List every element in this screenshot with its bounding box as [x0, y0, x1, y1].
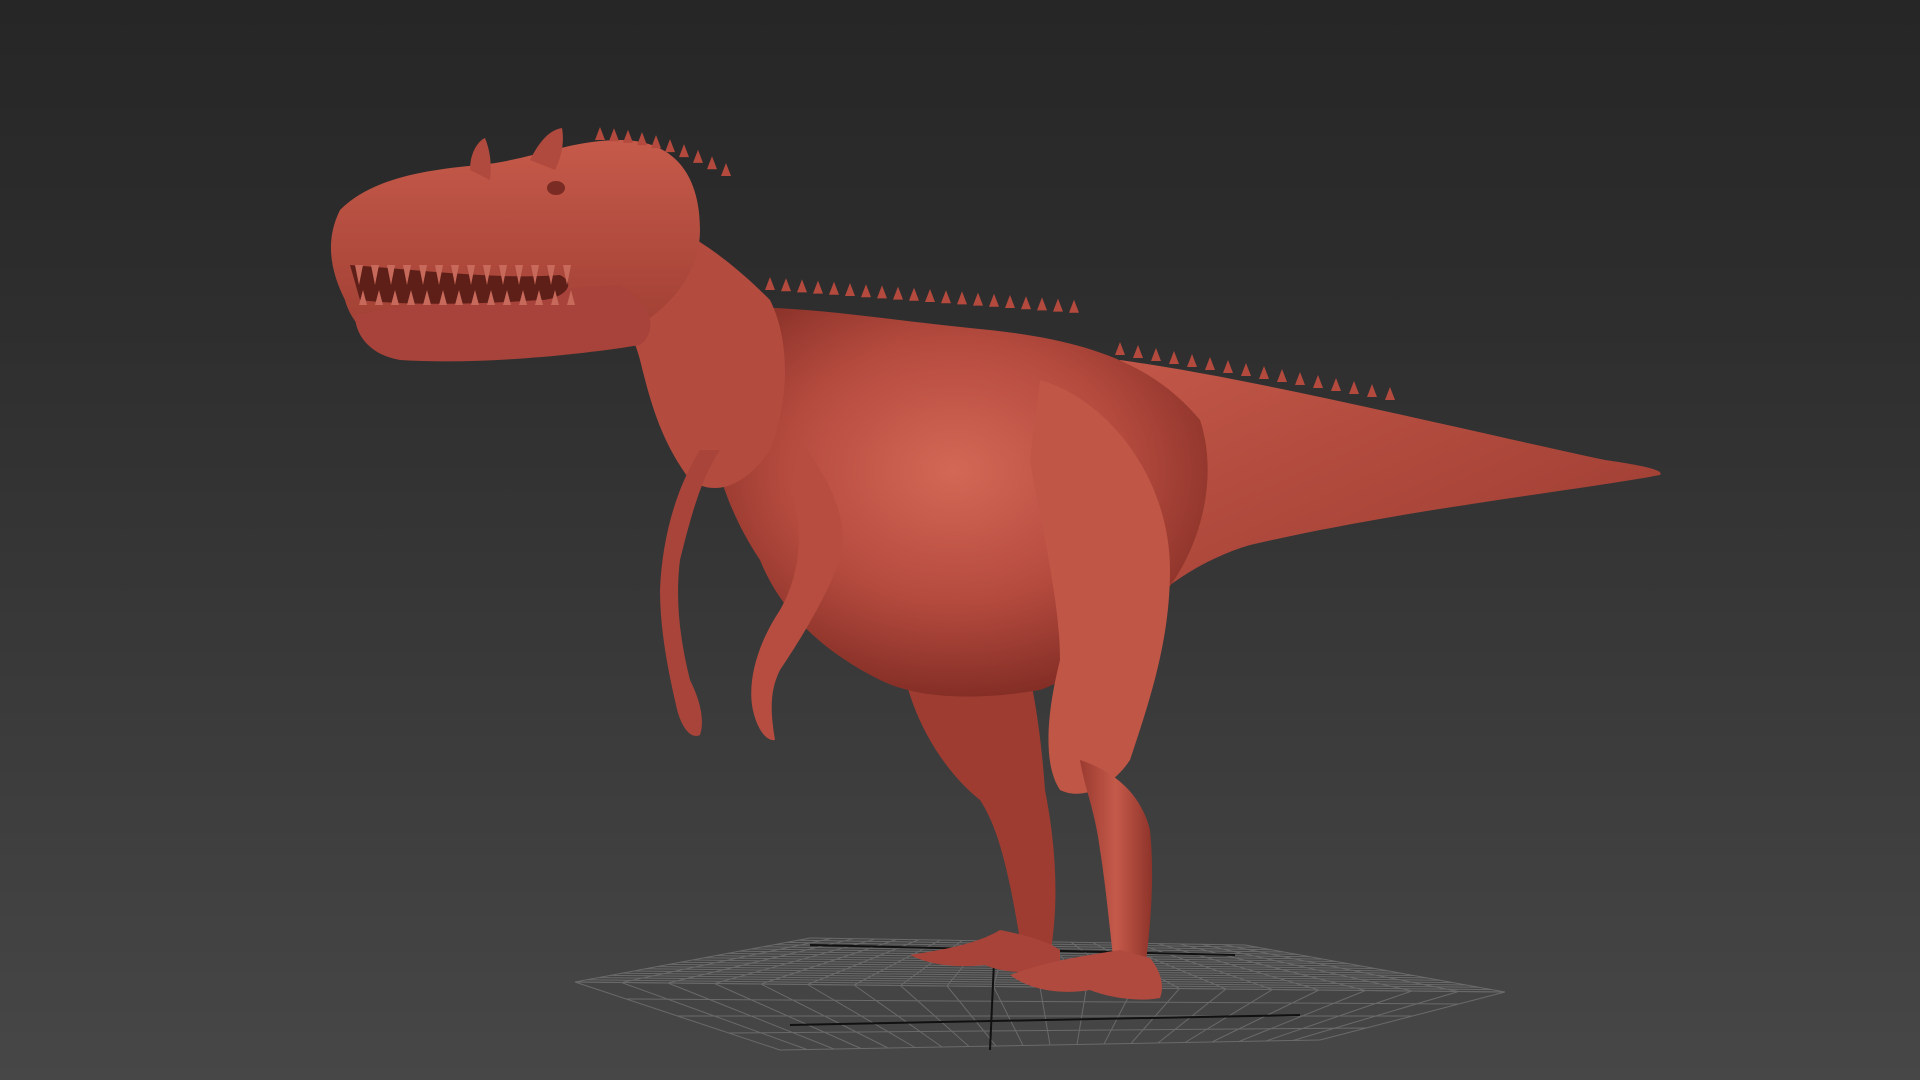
spike — [679, 144, 689, 158]
spike — [989, 293, 999, 307]
arm-back — [660, 450, 720, 736]
spike — [781, 278, 791, 292]
grid-line — [779, 1039, 1321, 1051]
spike — [1385, 387, 1395, 400]
spike — [693, 149, 703, 163]
spike — [623, 129, 633, 143]
spike — [707, 156, 717, 170]
spike — [941, 290, 951, 304]
spike — [909, 287, 919, 301]
spike — [651, 135, 661, 149]
spike — [1187, 354, 1197, 367]
spike — [1053, 298, 1063, 312]
spike — [1313, 375, 1323, 388]
spike — [877, 285, 887, 299]
spike — [893, 286, 903, 300]
spike — [861, 284, 871, 298]
spike — [1259, 366, 1269, 379]
spike — [1331, 378, 1341, 391]
spike — [1169, 351, 1179, 364]
spike — [845, 283, 855, 296]
spike — [1005, 295, 1015, 308]
spike — [765, 277, 775, 290]
spike — [973, 292, 983, 306]
spike — [1349, 381, 1359, 394]
spike — [1115, 342, 1125, 355]
spike — [1021, 296, 1031, 310]
scene-canvas[interactable] — [0, 0, 1920, 1080]
spike — [609, 128, 619, 142]
viewport-3d[interactable] — [0, 0, 1920, 1080]
spike — [721, 163, 731, 176]
spike — [637, 132, 647, 146]
spike — [1295, 372, 1305, 385]
spike — [595, 127, 605, 140]
spike — [829, 281, 839, 295]
spike — [1133, 345, 1143, 358]
spike — [1037, 297, 1047, 311]
eye — [547, 181, 565, 195]
spike — [957, 291, 967, 305]
spike — [665, 139, 675, 153]
spike — [1277, 369, 1287, 382]
spike — [1223, 360, 1233, 373]
dinosaur-model[interactable] — [330, 128, 1661, 1000]
spike — [797, 279, 807, 293]
spike — [1205, 357, 1215, 370]
spike — [1241, 363, 1251, 376]
spike — [813, 280, 823, 294]
spike — [1069, 299, 1079, 313]
spike — [925, 289, 935, 302]
spike — [1367, 384, 1377, 397]
grid-line — [1201, 943, 1413, 992]
spike — [1151, 348, 1161, 361]
